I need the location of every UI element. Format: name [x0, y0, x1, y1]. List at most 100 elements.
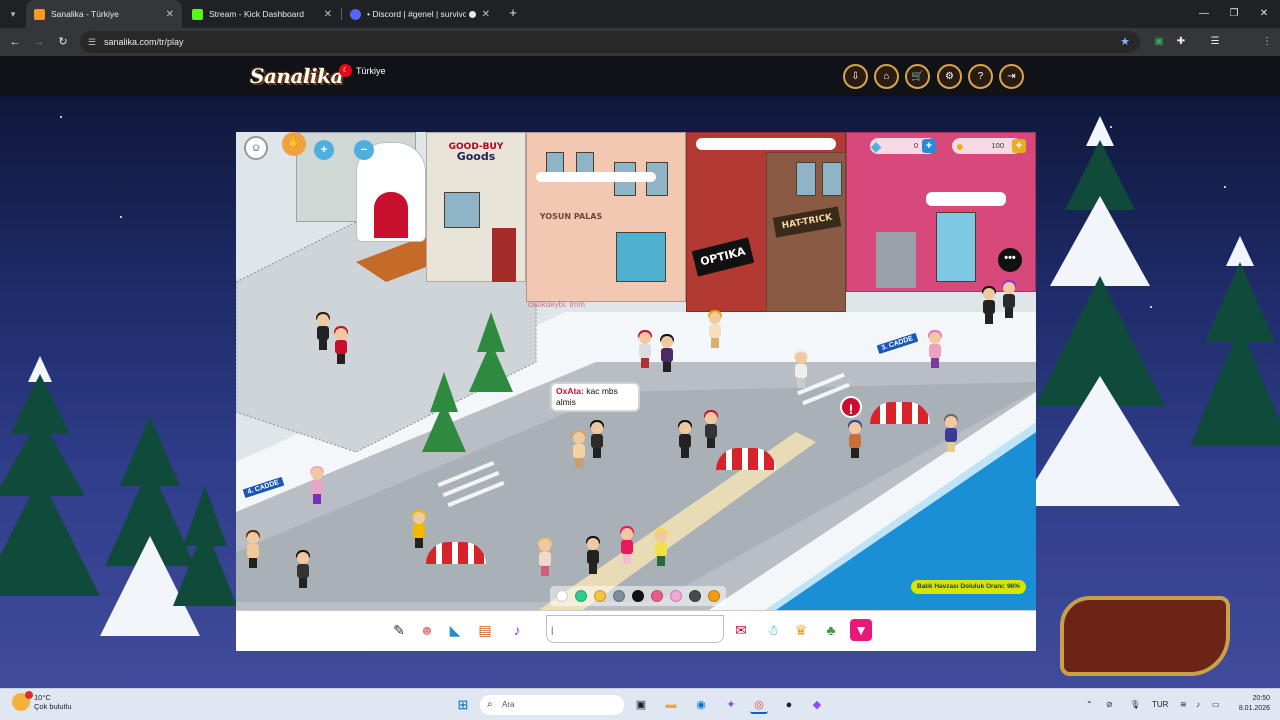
player-avatar[interactable] — [942, 414, 960, 452]
player-avatar[interactable] — [618, 526, 636, 564]
player-avatar[interactable] — [702, 410, 720, 448]
game-canvas[interactable]: GOOD-BUY Goods YOSUN PALAS OPTIKA HAT-TR… — [236, 132, 1036, 651]
chat-bubble-icon[interactable]: ✉ — [730, 619, 752, 641]
player-avatar[interactable] — [652, 528, 670, 566]
settings-icon[interactable]: ⚙ — [937, 64, 962, 89]
bag-icon[interactable]: ▤ — [474, 619, 496, 641]
reading-list-icon[interactable]: ☰ — [1206, 33, 1224, 51]
close-icon[interactable]: ✕ — [482, 9, 490, 20]
minimize-button[interactable]: — — [1188, 0, 1220, 28]
player-avatar[interactable] — [536, 538, 554, 576]
player-avatar[interactable] — [658, 334, 676, 372]
color-swatch-dark-gray[interactable] — [689, 590, 701, 602]
color-swatch-yellow[interactable] — [594, 590, 606, 602]
trophy-icon[interactable]: ♛ — [790, 619, 812, 641]
chat-input[interactable]: | — [546, 615, 724, 643]
chrome-icon[interactable]: ◎ — [750, 696, 768, 714]
microphone-icon[interactable]: 🎙 — [1130, 697, 1140, 713]
alert-icon[interactable]: ! — [840, 396, 862, 418]
color-swatch-rose[interactable] — [651, 590, 663, 602]
goodbuy-door[interactable] — [492, 228, 516, 282]
volume-icon[interactable]: ♪ — [1196, 697, 1200, 713]
tray-chevron-icon[interactable]: ⌃ — [1086, 697, 1093, 713]
color-swatch-gray[interactable] — [613, 590, 625, 602]
network-off-icon[interactable]: ⊘ — [1106, 697, 1113, 713]
player-avatar[interactable] — [294, 550, 312, 588]
close-window-button[interactable]: ✕ — [1248, 0, 1280, 28]
player-avatar[interactable] — [308, 466, 326, 504]
player-avatar[interactable] — [588, 420, 606, 458]
garage-door[interactable] — [876, 232, 916, 288]
app-icon[interactable]: ◆ — [808, 696, 826, 714]
beach-umbrella[interactable] — [426, 542, 486, 564]
reload-button[interactable]: ↻ — [54, 33, 72, 51]
player-avatar[interactable] — [980, 286, 998, 324]
zoom-out-icon[interactable]: − — [354, 140, 374, 160]
site-info-icon[interactable]: ☰ — [88, 31, 96, 53]
tab-discord[interactable]: • Discord | #genel | survivo ✕ — [342, 0, 498, 28]
player-avatar[interactable] — [792, 350, 810, 388]
fish-icon[interactable]: ◣ — [444, 619, 466, 641]
edge-icon[interactable]: ◉ — [692, 696, 710, 714]
color-swatch-orange[interactable] — [708, 590, 720, 602]
pet-icon[interactable]: ☃ — [762, 619, 784, 641]
player-avatar[interactable] — [636, 330, 654, 368]
player-avatar[interactable] — [584, 536, 602, 574]
color-swatch-black[interactable] — [632, 590, 644, 602]
close-icon[interactable]: ✕ — [324, 9, 332, 20]
zoom-in-icon[interactable]: + — [314, 140, 334, 160]
color-swatch-green[interactable] — [575, 590, 587, 602]
player-profile-avatar[interactable]: ☺ — [244, 136, 268, 160]
close-icon[interactable]: ✕ — [166, 9, 174, 20]
tab-sanalika[interactable]: Sanalika - Türkiye ✕ — [26, 0, 182, 28]
obs-icon[interactable]: ● — [780, 696, 798, 714]
player-avatar[interactable] — [846, 420, 864, 458]
game-menu-icon[interactable]: ••• — [998, 248, 1022, 272]
beach-umbrella[interactable] — [870, 402, 930, 424]
battery-icon[interactable]: ▭ — [1212, 697, 1220, 713]
help-icon[interactable]: ? — [968, 64, 993, 89]
back-button[interactable]: ← — [6, 33, 24, 51]
sanalika-logo[interactable]: Sanalika — [250, 64, 343, 88]
logout-icon[interactable]: ⇥ — [999, 64, 1024, 89]
weather-widget[interactable]: 10°C Çok bulutlu — [12, 691, 72, 711]
bowling-door[interactable] — [374, 192, 408, 238]
maximize-button[interactable]: ❐ — [1218, 0, 1250, 28]
player-avatar[interactable] — [706, 310, 724, 348]
tab-kick[interactable]: Stream - Kick Dashboard ✕ — [184, 0, 340, 28]
tab-search-icon[interactable]: ▾ — [4, 5, 22, 23]
player-avatar[interactable] — [676, 420, 694, 458]
color-swatch-white[interactable] — [556, 590, 568, 602]
extension-icon[interactable]: ▣ — [1150, 33, 1168, 51]
player-avatar[interactable] — [1000, 280, 1018, 318]
player-avatar[interactable] — [244, 530, 262, 568]
beach-umbrella[interactable] — [716, 448, 776, 470]
color-swatch-pink[interactable] — [670, 590, 682, 602]
player-avatar[interactable] — [926, 330, 944, 368]
copilot-icon[interactable]: ✦ — [722, 696, 740, 714]
forward-button[interactable]: → — [30, 33, 48, 51]
wifi-icon[interactable]: ≋ — [1180, 697, 1187, 713]
extensions-puzzle-icon[interactable]: ✚ — [1172, 33, 1190, 51]
system-clock[interactable]: 20:50 8.01.2026 — [1226, 694, 1270, 714]
menu-arrow-icon[interactable]: ▼ — [850, 619, 872, 641]
player-avatar[interactable] — [570, 430, 588, 468]
player-avatar[interactable] — [332, 326, 350, 364]
task-view-icon[interactable]: ▣ — [632, 696, 650, 714]
island-icon[interactable]: ♣ — [820, 619, 842, 641]
player-avatar[interactable] — [410, 510, 428, 548]
cart-icon[interactable]: 🛒 — [905, 64, 930, 89]
add-gold-button[interactable]: + — [1012, 139, 1026, 153]
emote-icon[interactable]: ☻ — [416, 619, 438, 641]
add-diamonds-button[interactable]: + — [922, 139, 936, 153]
player-avatar[interactable] — [314, 312, 332, 350]
address-bar[interactable]: ☰ sanalika.com/tr/play ★ — [80, 31, 1140, 53]
home-icon[interactable]: ⌂ — [874, 64, 899, 89]
taskbar-search[interactable]: ⌕ Ara — [480, 695, 624, 715]
browser-menu-icon[interactable]: ⋮ — [1258, 33, 1276, 51]
bookmark-star-icon[interactable]: ★ — [1120, 31, 1130, 53]
download-icon[interactable]: ⇩ — [843, 64, 868, 89]
new-tab-button[interactable]: + — [504, 4, 522, 22]
file-explorer-icon[interactable]: ▬ — [662, 696, 680, 714]
pencil-icon[interactable]: ✎ — [388, 619, 410, 641]
